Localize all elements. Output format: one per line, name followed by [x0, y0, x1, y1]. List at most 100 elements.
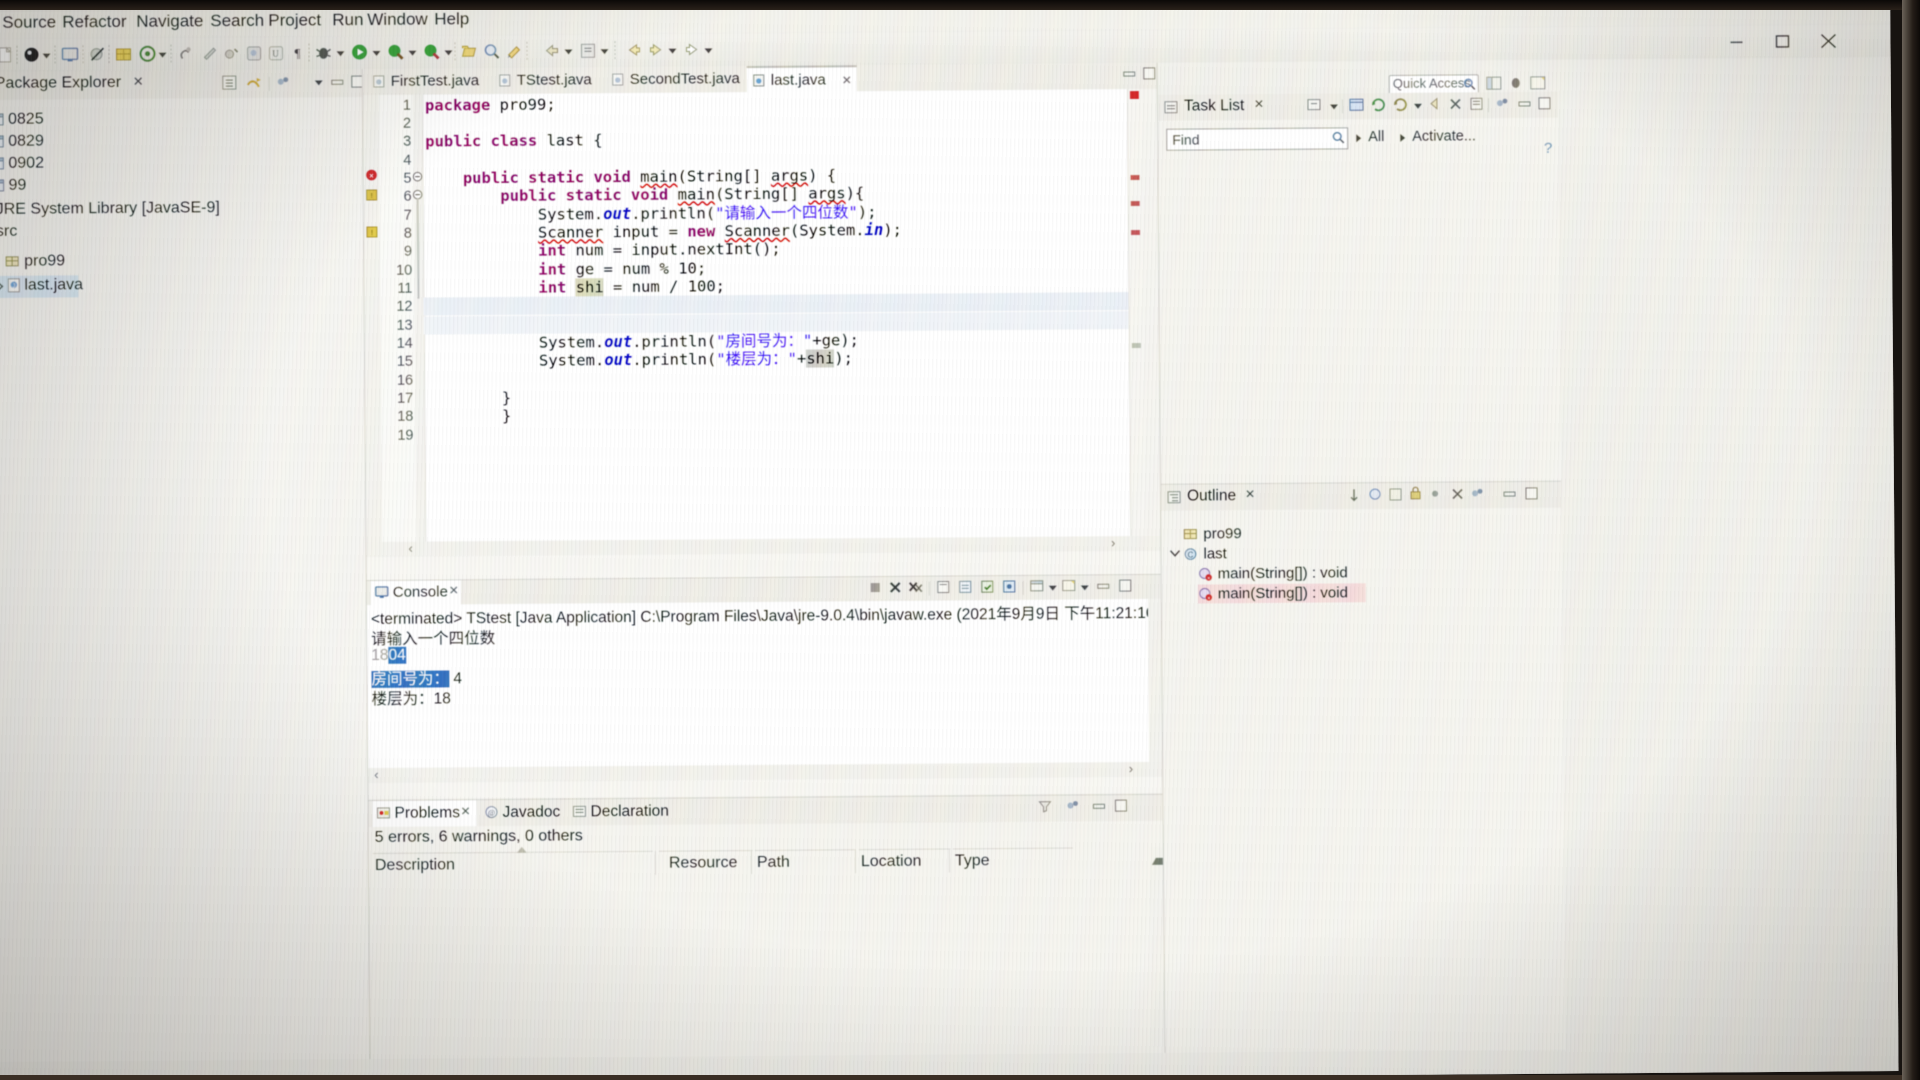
chevron-right-icon[interactable] [1354, 133, 1364, 143]
collapse-all-icon[interactable] [1449, 485, 1468, 504]
run-last-tool-icon[interactable] [138, 45, 157, 64]
column-separator[interactable] [750, 850, 752, 875]
java-perspective-icon[interactable] [1485, 74, 1504, 93]
run-external-tools-icon[interactable] [386, 43, 405, 62]
open-console-menu-icon[interactable] [1061, 577, 1080, 596]
open-type-icon[interactable] [460, 42, 479, 61]
column-separator[interactable] [854, 849, 856, 874]
console-dropdown-arrow[interactable] [1048, 585, 1057, 591]
console-horizontal-scrollbar[interactable]: ‹ › [368, 761, 1164, 784]
overview-marker[interactable] [1130, 200, 1140, 207]
menu-search[interactable]: Search [210, 11, 264, 31]
tool-dropdown-arrow[interactable] [158, 52, 167, 58]
maximize-button[interactable] [1760, 28, 1804, 54]
column-header-description[interactable]: Description [372, 850, 654, 879]
scroll-right-icon[interactable]: › [1129, 761, 1133, 776]
chevron-down-icon[interactable] [1169, 548, 1181, 559]
forward-history-arrow[interactable] [704, 48, 713, 54]
code-line-17[interactable]: } [427, 407, 512, 426]
remove-all-terminated-icon[interactable] [907, 579, 926, 598]
tab-close-icon[interactable]: ✕ [842, 73, 852, 87]
hide-local-types-icon[interactable] [1427, 486, 1446, 505]
tab-firsttest-java[interactable]: FirstTest.java [367, 68, 485, 95]
package-explorer-close-icon[interactable]: ✕ [133, 74, 144, 90]
hide-fields-icon[interactable] [1367, 486, 1386, 505]
collapse-all-icon[interactable] [1448, 95, 1467, 114]
previous-annotation-arrow[interactable] [600, 49, 609, 55]
problems-view-menu-icon[interactable] [1064, 797, 1083, 816]
previous-annotation-icon[interactable] [578, 41, 597, 60]
task-view-menu-icon[interactable] [1494, 95, 1513, 114]
paragraph-marks-icon[interactable]: ¶ [288, 44, 307, 63]
new-java-project-icon[interactable] [176, 44, 195, 63]
hide-static-icon[interactable] [1387, 486, 1406, 505]
task-help-icon[interactable]: ? [1544, 140, 1552, 157]
editor-minimize-icon[interactable] [1121, 65, 1140, 84]
go-to-previous-task-icon[interactable] [1426, 96, 1445, 115]
hide-nonpublic-icon[interactable] [1407, 486, 1426, 505]
tab-declaration[interactable]: Declaration [568, 799, 678, 826]
synchronize-all-icon[interactable] [1392, 96, 1411, 115]
view-menu-arrow[interactable] [314, 80, 323, 86]
code-line-3[interactable]: public class last { [425, 131, 602, 151]
filter-activate[interactable]: Activate... [1412, 128, 1476, 144]
menu-navigate[interactable]: Navigate [136, 11, 203, 32]
forward-icon[interactable] [646, 41, 665, 60]
debug-bug-icon[interactable] [314, 43, 333, 62]
task-list-close-icon[interactable]: ✕ [1254, 97, 1264, 111]
code-line-9[interactable]: int num = input.nextInt(); [426, 240, 781, 261]
overview-marker[interactable] [1130, 174, 1140, 181]
outline-close-icon[interactable]: ✕ [1245, 487, 1255, 501]
code-line-6[interactable]: public static void main(String[] args){ [426, 184, 865, 206]
open-perspective-icon[interactable] [1529, 74, 1548, 93]
chevron-right-icon[interactable] [0, 281, 5, 292]
terminate-icon[interactable] [867, 579, 886, 598]
menu-source[interactable]: Source [2, 12, 56, 32]
run-history-arrow[interactable] [372, 50, 381, 56]
overview-marker[interactable] [1130, 229, 1140, 236]
focus-on-workweek-icon[interactable] [1348, 96, 1367, 115]
fold-collapse-icon[interactable] [412, 171, 423, 182]
external-tools-arrow[interactable] [408, 50, 417, 56]
synchronize-arrow[interactable] [1413, 103, 1423, 109]
scroll-left-icon[interactable]: ‹ [408, 541, 412, 556]
console-maximize-icon[interactable] [1117, 577, 1136, 596]
next-annotation-icon[interactable] [542, 42, 561, 61]
minimize-icon[interactable] [329, 73, 348, 92]
synchronize-changed-icon[interactable] [1370, 96, 1389, 115]
editor-horizontal-scrollbar[interactable]: ‹ › [366, 535, 1162, 558]
warning-marker-icon[interactable]: ! [366, 226, 378, 238]
search-icon[interactable] [482, 42, 501, 61]
overview-marker[interactable] [1131, 342, 1141, 349]
column-header-type[interactable]: Type [952, 847, 1073, 874]
tab-last-java[interactable]: last.java ✕ [746, 65, 857, 95]
last-edit-location-icon[interactable] [504, 42, 523, 61]
remove-launch-icon[interactable] [887, 579, 906, 598]
task-maximize-icon[interactable] [1536, 95, 1555, 114]
skip-breakpoints-icon[interactable] [88, 45, 107, 64]
new-wizard-icon[interactable] [0, 46, 16, 65]
minimize-button[interactable] [1714, 28, 1758, 54]
view-menu-icon[interactable] [275, 74, 294, 93]
filter-all[interactable]: All [1368, 129, 1384, 145]
problems-minimize-icon[interactable] [1090, 797, 1109, 816]
column-separator[interactable] [654, 850, 657, 875]
new-enum-icon[interactable]: U [266, 44, 285, 63]
problems-filter-icon[interactable] [1036, 798, 1055, 817]
close-button[interactable] [1806, 27, 1850, 53]
new-class-icon[interactable] [200, 44, 219, 63]
debug-history-arrow[interactable] [336, 51, 345, 57]
new-task-icon[interactable] [1306, 97, 1325, 116]
new-interface-icon[interactable] [244, 44, 263, 63]
menu-project[interactable]: Project [268, 10, 321, 30]
tab-javadoc[interactable]: @ Javadoc [480, 800, 564, 827]
chevron-right-icon[interactable] [1398, 133, 1408, 143]
find-input[interactable]: Find [1166, 127, 1349, 151]
open-console-icon[interactable] [60, 45, 79, 64]
debug-dropdown-arrow[interactable] [42, 53, 51, 59]
pin-console-icon[interactable] [979, 578, 998, 597]
scroll-right-icon[interactable]: › [1111, 535, 1115, 550]
code-line-11[interactable]: int shi = num / 100; [426, 277, 725, 298]
column-header-resource[interactable]: Resource [658, 850, 754, 876]
coverage-icon[interactable] [422, 42, 441, 61]
